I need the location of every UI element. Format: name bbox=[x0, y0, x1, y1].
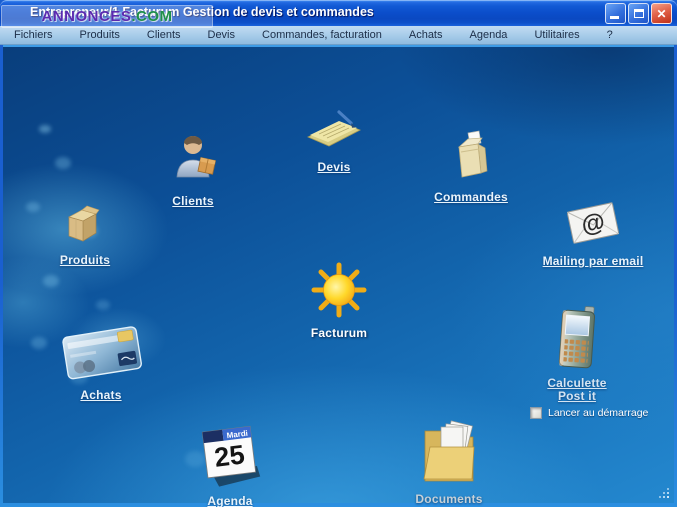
menu-utilitaires[interactable]: Utilitaires bbox=[534, 29, 579, 41]
shortcut-label: Achats bbox=[80, 388, 122, 402]
menu-produits[interactable]: Produits bbox=[80, 29, 120, 41]
menu-fichiers[interactable]: Fichiers bbox=[14, 29, 53, 41]
resize-grip[interactable] bbox=[667, 496, 669, 498]
maximize-button[interactable] bbox=[628, 3, 649, 24]
background-glow bbox=[39, 125, 51, 133]
cardboard-box-icon bbox=[68, 205, 100, 242]
menu-devis[interactable]: Devis bbox=[208, 29, 236, 41]
close-button[interactable]: ✕ bbox=[651, 3, 672, 24]
app-window: Entrepreneur/1 Facturum Gestion de devis… bbox=[0, 0, 677, 507]
menu-achats[interactable]: Achats bbox=[409, 29, 443, 41]
calculette-label-line2: Post it bbox=[557, 389, 597, 403]
minimize-button[interactable] bbox=[605, 3, 626, 24]
notepad-pen-icon bbox=[307, 110, 361, 147]
folder-documents-icon bbox=[423, 420, 475, 482]
shortcut-produits[interactable]: Produits bbox=[25, 202, 145, 267]
titlebar: Entrepreneur/1 Facturum Gestion de devis… bbox=[0, 0, 677, 28]
calendar-day: 25 bbox=[213, 439, 246, 472]
shortcut-facturum[interactable]: Facturum bbox=[279, 261, 399, 340]
email-envelope-icon: @ bbox=[566, 202, 620, 244]
open-carton-icon bbox=[457, 130, 488, 178]
facturum-label: Facturum bbox=[310, 326, 368, 340]
watermark-text-1: ANNONCES bbox=[41, 8, 132, 25]
window-controls: ✕ bbox=[605, 3, 672, 24]
startup-checkbox[interactable] bbox=[530, 407, 542, 419]
close-icon: ✕ bbox=[656, 6, 667, 21]
shortcut-calculette[interactable]: Calculette Post it bbox=[517, 304, 637, 403]
shortcut-label: Agenda bbox=[207, 494, 253, 507]
calculette-label-line1: Calculette bbox=[547, 376, 607, 390]
menu-agenda[interactable]: Agenda bbox=[470, 29, 508, 41]
shortcut-label: Documents bbox=[415, 492, 483, 506]
minimize-icon bbox=[610, 16, 619, 19]
shortcut-documents[interactable]: Documents bbox=[389, 415, 509, 506]
shortcut-label: Mailing par email bbox=[542, 254, 644, 268]
watermark-text-2: .COM bbox=[131, 8, 173, 25]
calculette-label: Calculette Post it bbox=[547, 377, 606, 403]
shortcut-label: Produits bbox=[59, 253, 111, 267]
credit-card-icon bbox=[62, 326, 142, 380]
startup-checkbox-row[interactable]: Lancer au démarrage bbox=[530, 407, 648, 419]
startup-checkbox-label: Lancer au démarrage bbox=[548, 407, 649, 419]
maximize-icon bbox=[634, 9, 644, 18]
shortcut-clients[interactable]: Clients bbox=[133, 131, 253, 208]
shortcut-devis[interactable]: Devis bbox=[274, 107, 394, 174]
calendar-icon: Mardi 25 bbox=[201, 425, 261, 487]
shortcut-agenda[interactable]: Mardi 25 Agenda bbox=[170, 417, 290, 507]
sun-icon bbox=[311, 262, 367, 318]
person-with-box-icon bbox=[176, 136, 216, 178]
shortcut-label: Devis bbox=[317, 160, 351, 174]
shortcut-commandes[interactable]: Commandes bbox=[411, 127, 531, 204]
shortcut-label: Commandes bbox=[434, 190, 508, 204]
desktop-area: Clients Devis Commandes Produits @ Maili… bbox=[3, 45, 674, 507]
menu-clients[interactable]: Clients bbox=[147, 29, 181, 41]
pda-calculator-icon bbox=[558, 306, 596, 369]
menu-help[interactable]: ? bbox=[607, 29, 613, 41]
watermark: ANNONCES.COM bbox=[1, 5, 213, 28]
shortcut-achats[interactable]: Achats bbox=[41, 323, 161, 402]
shortcut-label: Clients bbox=[172, 194, 214, 208]
shortcut-mailing[interactable]: @ Mailing par email bbox=[533, 199, 653, 268]
menu-commandes-facturation[interactable]: Commandes, facturation bbox=[262, 29, 382, 41]
menubar: Fichiers Produits Clients Devis Commande… bbox=[0, 26, 677, 45]
